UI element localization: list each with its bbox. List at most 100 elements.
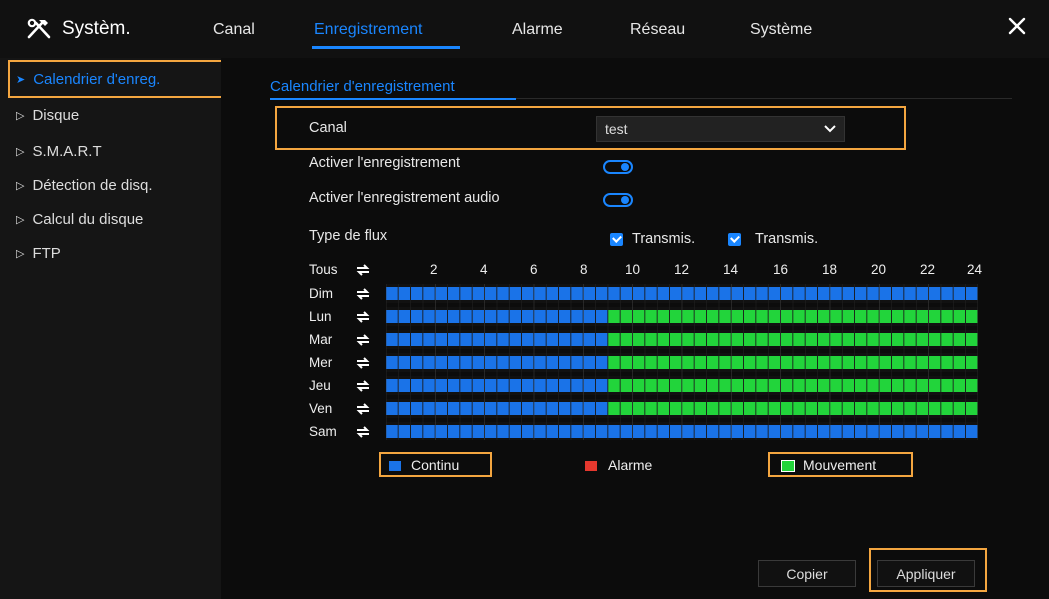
schedule-slot-continuous[interactable] — [879, 425, 892, 438]
schedule-slot-continuous[interactable] — [546, 402, 559, 415]
schedule-slot-motion[interactable] — [682, 356, 694, 369]
schedule-slot-motion[interactable] — [608, 310, 620, 323]
schedule-slot-motion[interactable] — [743, 356, 756, 369]
refresh-icon[interactable] — [355, 425, 371, 439]
schedule-slot-motion[interactable] — [719, 379, 731, 392]
tab-reseau[interactable]: Réseau — [630, 21, 685, 39]
schedule-slot-motion[interactable] — [694, 310, 707, 323]
schedule-slot-continuous[interactable] — [534, 333, 546, 346]
stream-checkbox-1[interactable] — [610, 233, 623, 246]
schedule-slot-continuous[interactable] — [509, 402, 522, 415]
schedule-slot-motion[interactable] — [694, 333, 707, 346]
schedule-slot-motion[interactable] — [743, 379, 756, 392]
schedule-slot-motion[interactable] — [669, 333, 682, 346]
schedule-slot-continuous[interactable] — [595, 379, 608, 392]
refresh-icon[interactable] — [355, 263, 371, 277]
schedule-slot-motion[interactable] — [793, 379, 805, 392]
schedule-slot-motion[interactable] — [879, 402, 892, 415]
schedule-slot-motion[interactable] — [793, 356, 805, 369]
schedule-slot-motion[interactable] — [904, 402, 916, 415]
schedule-slot-motion[interactable] — [657, 402, 670, 415]
schedule-slot-continuous[interactable] — [571, 379, 583, 392]
schedule-slot-motion[interactable] — [891, 310, 904, 323]
schedule-slot-continuous[interactable] — [386, 356, 398, 369]
schedule-slot-motion[interactable] — [768, 402, 781, 415]
schedule-slot-continuous[interactable] — [817, 425, 830, 438]
refresh-icon[interactable] — [355, 402, 371, 416]
schedule-slot-continuous[interactable] — [571, 287, 583, 300]
schedule-slot-continuous[interactable] — [497, 287, 509, 300]
schedule-slot-motion[interactable] — [793, 402, 805, 415]
schedule-slot-continuous[interactable] — [460, 287, 472, 300]
schedule-slot-motion[interactable] — [768, 333, 781, 346]
schedule-slot-continuous[interactable] — [497, 310, 509, 323]
schedule-slot-motion[interactable] — [953, 379, 966, 392]
schedule-slot-continuous[interactable] — [583, 379, 596, 392]
schedule-slot-motion[interactable] — [953, 333, 966, 346]
schedule-slot-motion[interactable] — [805, 310, 818, 323]
schedule-slot-continuous[interactable] — [817, 287, 830, 300]
sidebar-item-ftp[interactable]: ▷ FTP — [16, 245, 61, 262]
schedule-slot-continuous[interactable] — [928, 287, 941, 300]
schedule-slot-motion[interactable] — [669, 356, 682, 369]
schedule-slot-motion[interactable] — [756, 333, 768, 346]
schedule-slot-continuous[interactable] — [521, 402, 534, 415]
schedule-slot-continuous[interactable] — [423, 402, 435, 415]
schedule-slot-continuous[interactable] — [632, 425, 645, 438]
schedule-slot-continuous[interactable] — [558, 333, 571, 346]
schedule-slot-continuous[interactable] — [632, 287, 645, 300]
schedule-slot-continuous[interactable] — [854, 425, 867, 438]
schedule-slot-continuous[interactable] — [780, 425, 793, 438]
schedule-slot-motion[interactable] — [805, 356, 818, 369]
schedule-slot-continuous[interactable] — [558, 287, 571, 300]
schedule-slot-continuous[interactable] — [447, 425, 460, 438]
schedule-slot-motion[interactable] — [805, 402, 818, 415]
schedule-slot-continuous[interactable] — [398, 379, 411, 392]
schedule-slot-motion[interactable] — [645, 356, 657, 369]
schedule-slot-continuous[interactable] — [546, 287, 559, 300]
schedule-slot-motion[interactable] — [817, 402, 830, 415]
schedule-slot-continuous[interactable] — [583, 402, 596, 415]
schedule-slot-continuous[interactable] — [891, 287, 904, 300]
schedule-slot-motion[interactable] — [916, 402, 929, 415]
schedule-slot-motion[interactable] — [719, 356, 731, 369]
schedule-slot-continuous[interactable] — [447, 402, 460, 415]
schedule-slot-motion[interactable] — [731, 402, 744, 415]
schedule-slot-continuous[interactable] — [472, 356, 485, 369]
refresh-icon[interactable] — [355, 379, 371, 393]
schedule-slot-continuous[interactable] — [941, 425, 953, 438]
schedule-slot-continuous[interactable] — [460, 356, 472, 369]
schedule-slot-continuous[interactable] — [743, 425, 756, 438]
schedule-slot-continuous[interactable] — [854, 287, 867, 300]
schedule-slot-continuous[interactable] — [805, 287, 818, 300]
schedule-slot-motion[interactable] — [731, 310, 744, 323]
schedule-slot-motion[interactable] — [916, 379, 929, 392]
schedule-slot-continuous[interactable] — [558, 402, 571, 415]
schedule-slot-motion[interactable] — [830, 402, 842, 415]
schedule-slot-motion[interactable] — [645, 379, 657, 392]
schedule-slot-continuous[interactable] — [484, 425, 497, 438]
schedule-slot-continuous[interactable] — [706, 425, 719, 438]
schedule-slot-continuous[interactable] — [447, 333, 460, 346]
schedule-slot-continuous[interactable] — [583, 310, 596, 323]
schedule-slot-continuous[interactable] — [571, 333, 583, 346]
schedule-slot-motion[interactable] — [941, 356, 953, 369]
schedule-slot-motion[interactable] — [904, 310, 916, 323]
schedule-slot-continuous[interactable] — [497, 425, 509, 438]
schedule-slot-continuous[interactable] — [534, 310, 546, 323]
schedule-slot-continuous[interactable] — [571, 402, 583, 415]
schedule-slot-motion[interactable] — [719, 333, 731, 346]
schedule-slot-continuous[interactable] — [595, 310, 608, 323]
refresh-icon[interactable] — [355, 333, 371, 347]
schedule-slot-continuous[interactable] — [534, 379, 546, 392]
schedule-slot-continuous[interactable] — [521, 425, 534, 438]
sidebar-item-smart[interactable]: ▷ S.M.A.R.T — [16, 143, 102, 160]
schedule-slot-continuous[interactable] — [645, 287, 657, 300]
schedule-slot-continuous[interactable] — [447, 287, 460, 300]
schedule-slot-motion[interactable] — [645, 333, 657, 346]
schedule-slot-continuous[interactable] — [386, 379, 398, 392]
schedule-slot-motion[interactable] — [682, 402, 694, 415]
schedule-slot-motion[interactable] — [706, 379, 719, 392]
schedule-slot-motion[interactable] — [904, 356, 916, 369]
schedule-slot-continuous[interactable] — [410, 287, 423, 300]
